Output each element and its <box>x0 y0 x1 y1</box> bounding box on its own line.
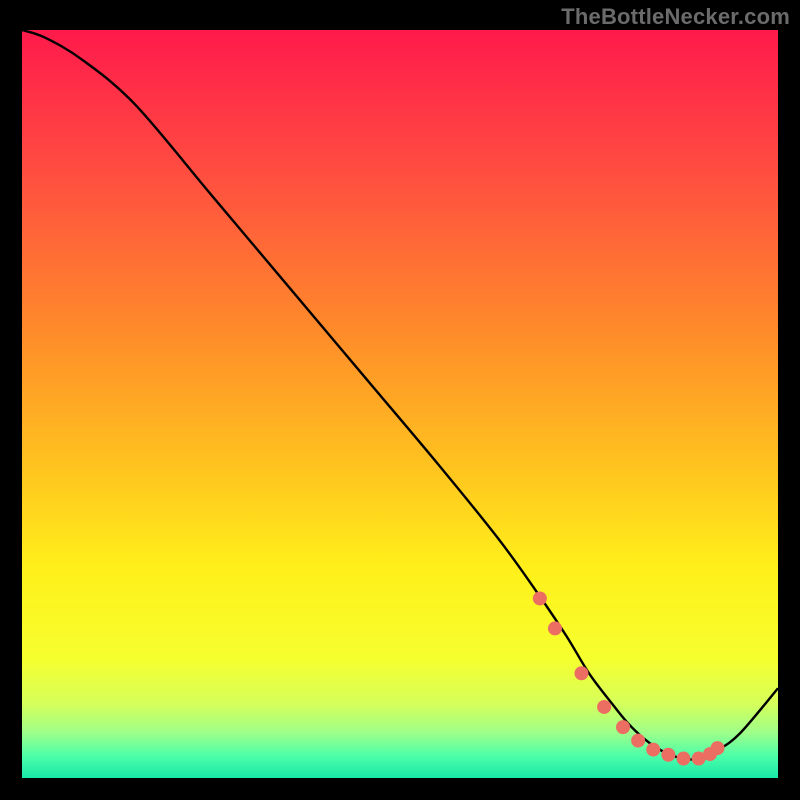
marker-dot <box>616 720 630 734</box>
plot-area <box>22 30 778 778</box>
marker-dot <box>661 748 675 762</box>
chart-frame: TheBottleNecker.com <box>0 0 800 800</box>
chart-svg <box>22 30 778 778</box>
gradient-background <box>22 30 778 778</box>
marker-dot <box>574 666 588 680</box>
marker-dot <box>597 700 611 714</box>
attribution-label: TheBottleNecker.com <box>561 4 790 30</box>
marker-dot <box>711 741 725 755</box>
marker-dot <box>646 743 660 757</box>
marker-dot <box>533 591 547 605</box>
marker-dot <box>631 734 645 748</box>
marker-dot <box>548 621 562 635</box>
marker-dot <box>677 752 691 766</box>
